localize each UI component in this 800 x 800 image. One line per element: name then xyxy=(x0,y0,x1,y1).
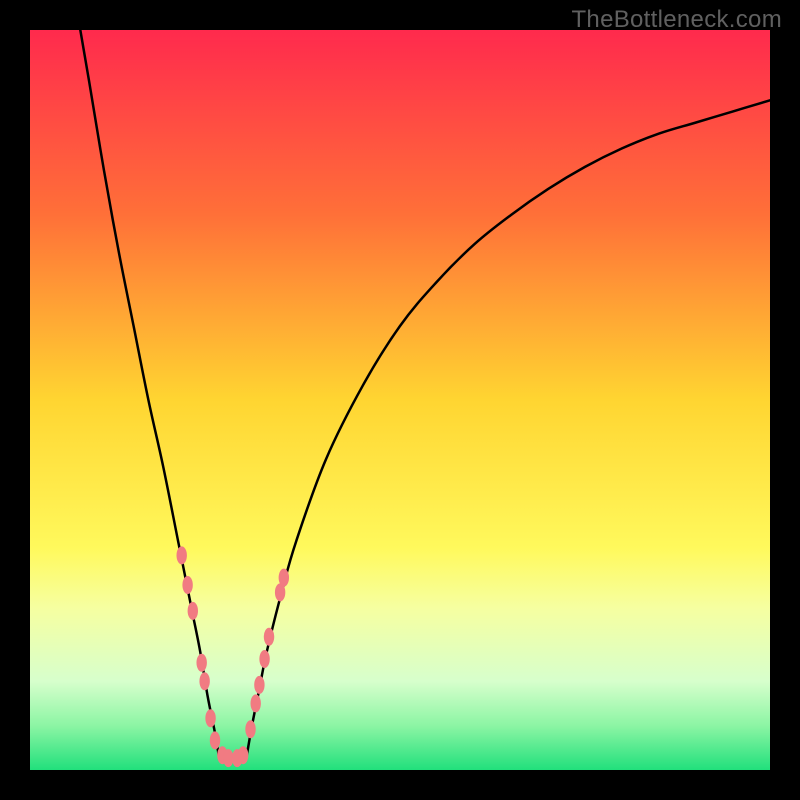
watermark-text: TheBottleneck.com xyxy=(571,6,782,34)
marker-point xyxy=(245,720,255,738)
plot-area xyxy=(30,30,770,770)
marker-point xyxy=(199,672,209,690)
marker-point xyxy=(264,628,274,646)
marker-point xyxy=(177,546,187,564)
marker-point xyxy=(279,569,289,587)
marker-point xyxy=(205,709,215,727)
gradient-background xyxy=(30,30,770,770)
marker-point xyxy=(254,676,264,694)
marker-point xyxy=(251,694,261,712)
marker-point xyxy=(223,749,233,767)
marker-point xyxy=(188,602,198,620)
chart-root: TheBottleneck.com xyxy=(0,0,800,800)
chart-svg xyxy=(30,30,770,770)
marker-point xyxy=(238,746,248,764)
marker-point xyxy=(259,650,269,668)
marker-point xyxy=(196,654,206,672)
marker-point xyxy=(210,731,220,749)
marker-point xyxy=(182,576,192,594)
